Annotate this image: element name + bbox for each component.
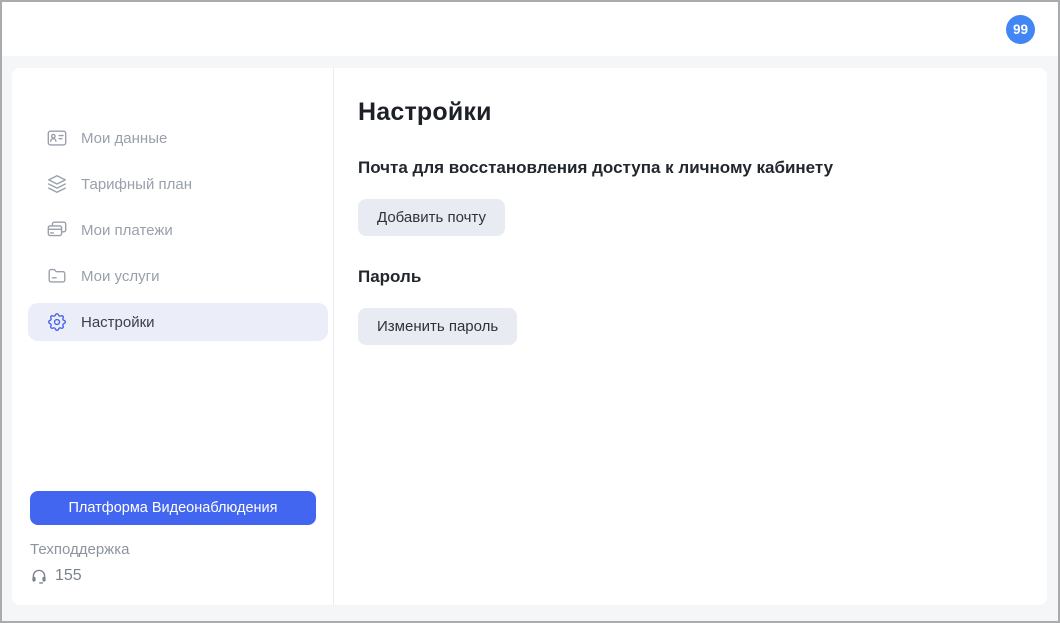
password-section: Пароль Изменить пароль [358,267,1007,345]
sidebar: Мои данные Тарифный план [12,68,334,605]
credit-card-icon [46,219,68,241]
sidebar-item-tariff-plan[interactable]: Тарифный план [28,165,328,203]
headset-icon [30,567,48,585]
gear-icon [46,311,68,333]
recovery-email-section: Почта для восстановления доступа к лично… [358,158,1007,236]
page-title: Настройки [358,98,1007,127]
sidebar-item-label: Мои услуги [81,269,160,284]
add-email-button[interactable]: Добавить почту [358,199,505,236]
support-phone-row: 155 [30,567,316,585]
support-phone-number: 155 [55,567,82,585]
sidebar-item-my-services[interactable]: Мои услуги [28,257,328,295]
sidebar-item-label: Мои платежи [81,223,173,238]
layers-icon [46,173,68,195]
password-heading: Пароль [358,267,1007,287]
video-platform-button[interactable]: Платформа Видеонаблюдения [30,491,316,525]
sidebar-item-label: Настройки [81,315,155,330]
recovery-email-heading: Почта для восстановления доступа к лично… [358,158,1007,178]
settings-content: Настройки Почта для восстановления досту… [334,68,1047,605]
top-header: 99 [2,2,1058,56]
main-panel: Мои данные Тарифный план [12,68,1047,605]
folder-icon [46,265,68,287]
app-window: 99 Мои данные [0,0,1060,623]
support-label: Техподдержка [30,541,316,558]
id-card-icon [46,127,68,149]
change-password-button[interactable]: Изменить пароль [358,308,517,345]
sidebar-item-label: Тарифный план [81,177,192,192]
sidebar-item-my-data[interactable]: Мои данные [28,119,328,157]
sidebar-item-label: Мои данные [81,131,167,146]
sidebar-item-settings[interactable]: Настройки [28,303,328,341]
sidebar-nav: Мои данные Тарифный план [28,119,328,349]
sidebar-footer: Платформа Видеонаблюдения Техподдержка 1… [30,491,316,585]
notification-badge[interactable]: 99 [1006,15,1035,44]
sidebar-item-my-payments[interactable]: Мои платежи [28,211,328,249]
